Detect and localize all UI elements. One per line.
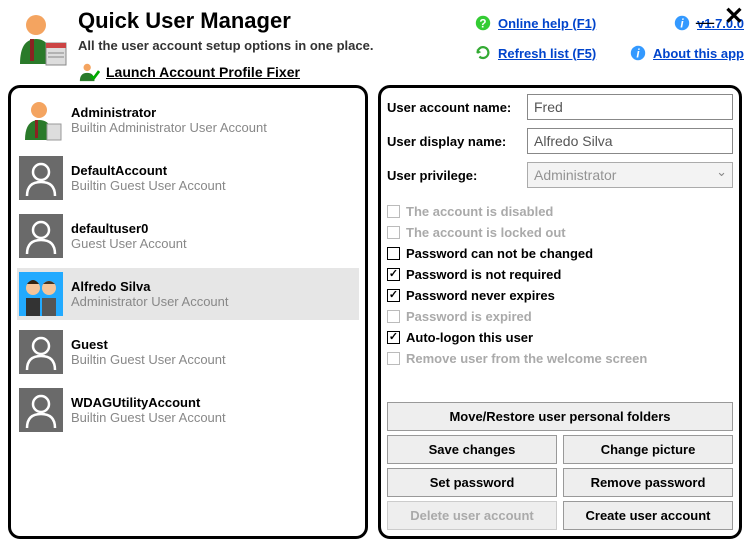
user-item[interactable]: Alfredo SilvaAdministrator User Account	[17, 268, 359, 320]
user-name: Administrator	[71, 105, 267, 120]
user-avatar	[19, 272, 63, 316]
checkbox	[387, 226, 400, 239]
person-check-icon	[78, 61, 100, 83]
user-item[interactable]: WDAGUtilityAccountBuiltin Guest User Acc…	[17, 384, 359, 436]
checkbox[interactable]: ✓	[387, 268, 400, 281]
check-row[interactable]: ✓ Password never expires	[387, 288, 733, 303]
user-name: WDAGUtilityAccount	[71, 395, 226, 410]
user-item[interactable]: defaultuser0Guest User Account	[17, 210, 359, 262]
check-label: Password never expires	[406, 288, 555, 303]
user-detail-panel: User account name: User display name: Us…	[378, 85, 742, 539]
check-label: Password is not required	[406, 267, 561, 282]
checkbox	[387, 205, 400, 218]
user-name: defaultuser0	[71, 221, 187, 236]
user-item[interactable]: GuestBuiltin Guest User Account	[17, 326, 359, 378]
user-avatar	[19, 214, 63, 258]
display-name-label: User display name:	[387, 134, 527, 149]
close-button[interactable]: ✕	[724, 2, 744, 31]
account-name-label: User account name:	[387, 100, 527, 115]
change-picture-button[interactable]: Change picture	[563, 435, 733, 464]
check-row[interactable]: Password can not be changed	[387, 246, 733, 261]
check-label: Remove user from the welcome screen	[406, 351, 647, 366]
svg-text:?: ?	[479, 18, 486, 31]
user-avatar	[19, 330, 63, 374]
checkbox[interactable]	[387, 247, 400, 260]
user-desc: Builtin Guest User Account	[71, 178, 226, 193]
refresh-icon	[474, 44, 492, 62]
check-row: Password is expired	[387, 309, 733, 324]
check-row: The account is locked out	[387, 225, 733, 240]
set-password-button[interactable]: Set password	[387, 468, 557, 497]
info-icon: i	[629, 44, 647, 62]
user-desc: Administrator User Account	[71, 294, 229, 309]
user-name: Alfredo Silva	[71, 279, 229, 294]
info-icon: i	[673, 14, 691, 32]
privilege-select[interactable]: Administrator	[527, 162, 733, 188]
user-avatar	[19, 98, 63, 142]
display-name-input[interactable]	[527, 128, 733, 154]
about-link[interactable]: About this app	[653, 46, 744, 61]
checkbox[interactable]: ✓	[387, 289, 400, 302]
check-label: Password can not be changed	[406, 246, 593, 261]
user-desc: Builtin Guest User Account	[71, 410, 226, 425]
refresh-link[interactable]: Refresh list (F5)	[498, 46, 596, 61]
create-user-button[interactable]: Create user account	[563, 501, 733, 530]
minimize-button[interactable]: _	[696, 4, 714, 14]
check-label: The account is disabled	[406, 204, 553, 219]
checkbox[interactable]: ✓	[387, 331, 400, 344]
user-desc: Guest User Account	[71, 236, 187, 251]
check-row[interactable]: ✓ Auto-logon this user	[387, 330, 733, 345]
check-row[interactable]: ✓ Password is not required	[387, 267, 733, 282]
move-restore-button[interactable]: Move/Restore user personal folders	[387, 402, 733, 431]
check-label: Auto-logon this user	[406, 330, 533, 345]
delete-user-button: Delete user account	[387, 501, 557, 530]
save-button[interactable]: Save changes	[387, 435, 557, 464]
account-name-input[interactable]	[527, 94, 733, 120]
remove-password-button[interactable]: Remove password	[563, 468, 733, 497]
user-avatar	[19, 156, 63, 200]
check-row: The account is disabled	[387, 204, 733, 219]
check-row: Remove user from the welcome screen	[387, 351, 733, 366]
privilege-label: User privilege:	[387, 168, 527, 183]
user-desc: Builtin Guest User Account	[71, 352, 226, 367]
online-help-link[interactable]: Online help (F1)	[498, 16, 596, 31]
launch-profile-fixer-link[interactable]: Launch Account Profile Fixer	[106, 64, 300, 80]
app-tagline: All the user account setup options in on…	[78, 38, 474, 53]
app-title: Quick User Manager	[78, 8, 474, 34]
user-list: AdministratorBuiltin Administrator User …	[8, 85, 368, 539]
user-item[interactable]: AdministratorBuiltin Administrator User …	[17, 94, 359, 146]
checkbox	[387, 310, 400, 323]
user-desc: Builtin Administrator User Account	[71, 120, 267, 135]
checkbox	[387, 352, 400, 365]
app-logo	[10, 9, 70, 69]
user-name: Guest	[71, 337, 226, 352]
check-label: The account is locked out	[406, 225, 566, 240]
help-icon: ?	[474, 14, 492, 32]
user-avatar	[19, 388, 63, 432]
user-item[interactable]: DefaultAccountBuiltin Guest User Account	[17, 152, 359, 204]
check-label: Password is expired	[406, 309, 532, 324]
user-name: DefaultAccount	[71, 163, 226, 178]
